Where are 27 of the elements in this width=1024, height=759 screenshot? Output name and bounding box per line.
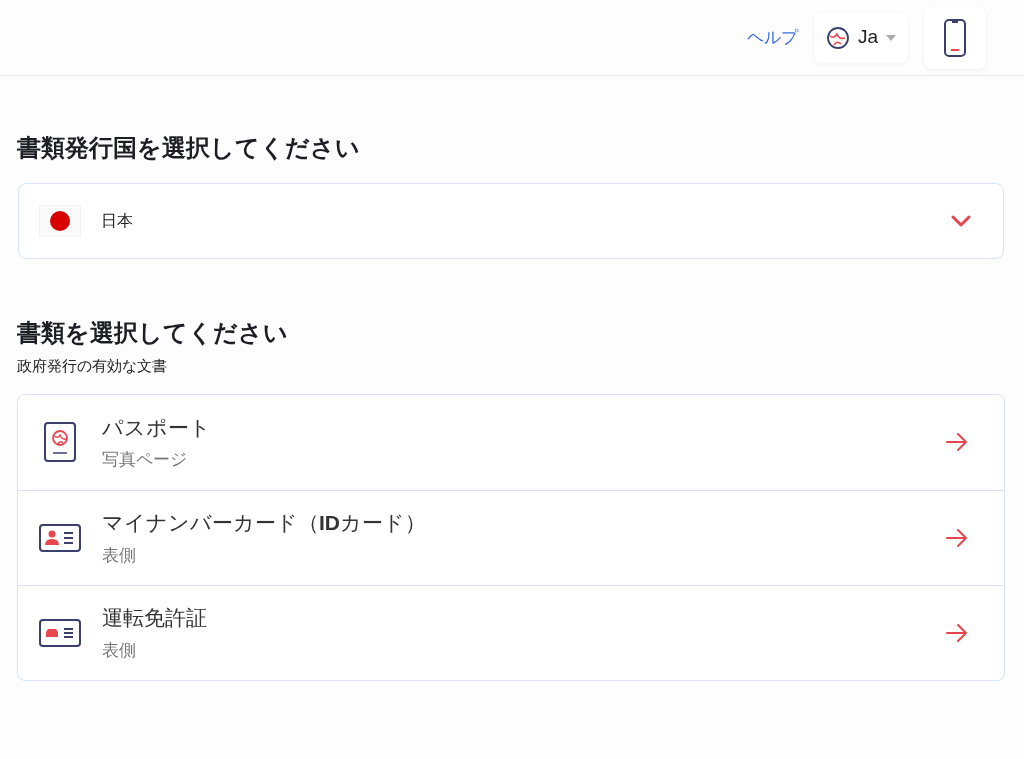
mobile-device-button[interactable] [924,6,986,69]
help-link[interactable]: ヘルプ [746,24,798,51]
arrow-right-icon [946,432,968,452]
section-title: 書類を選択してください [17,318,289,348]
phone-icon [944,18,966,57]
country-dropdown[interactable]: 日本 [18,183,1004,259]
section-subtitle: 政府発行の有効な文書 [17,356,168,376]
document-name: パスポート [102,414,212,441]
document-name: マイナンバーカード（IDカード） [102,510,427,536]
car-card-icon [39,618,81,647]
chevron-down-icon [951,215,971,227]
document-side: 表側 [102,544,137,567]
document-option[interactable]: マイナンバーカード（IDカード） 表側 [18,489,1004,585]
document-side: 写真ページ [102,449,188,471]
document-name: 運転免許証 [102,605,208,631]
section-title: 書類発行国を選択してください [17,133,361,163]
caret-icon [886,34,896,41]
globe-icon [825,25,850,50]
language-selector[interactable]: Ja [813,12,908,63]
japan-flag-icon [39,205,81,237]
arrow-right-icon [946,527,968,548]
document-option[interactable]: 運転免許証 表側 [18,584,1004,680]
document-option[interactable]: パスポート 写真ページ [18,394,1004,490]
document-side: 表側 [102,639,137,662]
arrow-right-icon [946,622,968,643]
passport-icon [44,422,76,462]
id-card-icon [39,523,81,552]
